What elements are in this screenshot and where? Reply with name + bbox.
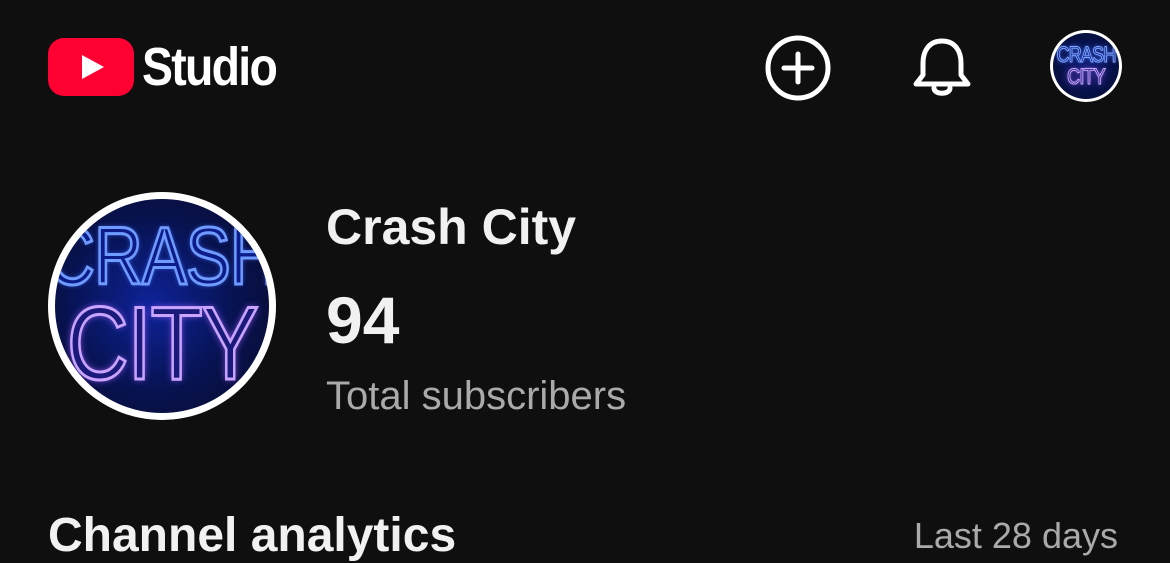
channel-avatar-large[interactable]: CRASH CITY	[48, 192, 276, 420]
plus-circle-icon	[765, 35, 831, 101]
account-button[interactable]: CRASH CITY	[1050, 30, 1122, 102]
channel-name: Crash City	[326, 199, 577, 255]
avatar-text-line1: CRASH	[1056, 42, 1117, 67]
top-app-bar: Studio CRASH CITY	[0, 0, 1170, 135]
youtube-studio-logo[interactable]: Studio	[48, 37, 298, 97]
subscriber-label: Total subscribers	[326, 374, 627, 418]
notifications-button[interactable]	[910, 35, 974, 101]
studio-wordmark: Studio	[142, 37, 278, 97]
channel-avatar: CRASH CITY	[1050, 30, 1122, 102]
avatar-text-line2: CITY	[65, 286, 259, 402]
youtube-play-icon	[48, 38, 134, 96]
create-button[interactable]	[765, 35, 831, 101]
channel-summary-card: CRASH CITY Crash City 94 Total subscribe…	[48, 192, 1148, 422]
subscriber-count: 94	[326, 283, 400, 357]
date-range-label: Last 28 days	[913, 515, 1118, 556]
avatar-text-line2: CITY	[1067, 64, 1106, 89]
section-title: Channel analytics	[48, 509, 457, 562]
bell-icon	[913, 38, 971, 96]
